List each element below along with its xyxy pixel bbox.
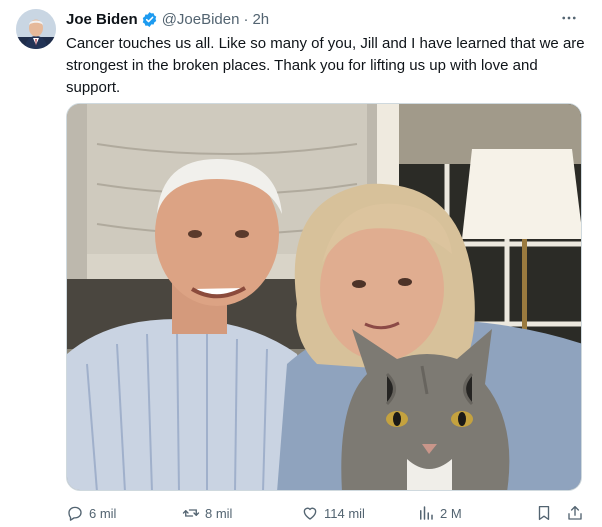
photo-image (67, 104, 581, 490)
author-name[interactable]: Joe Biden (66, 11, 138, 28)
like-count: 114 mil (324, 505, 365, 521)
post-timestamp[interactable]: 2h (252, 11, 269, 28)
header-separator: · (243, 10, 249, 28)
repost-count: 8 mil (205, 505, 233, 521)
post-actions: 6 mil 8 mil 114 mil 2 M (66, 502, 586, 524)
views-count: 2 M (440, 505, 462, 521)
author-handle[interactable]: @JoeBiden (162, 11, 240, 28)
reply-count: 6 mil (89, 505, 117, 521)
post-header: Joe Biden @JoeBiden · 2h (66, 9, 269, 29)
share-button[interactable] (566, 502, 584, 524)
post-text: Cancer touches us all. Like so many of y… (66, 35, 585, 96)
more-options-icon[interactable] (556, 6, 582, 30)
post-photo[interactable] (66, 103, 582, 491)
views-button[interactable]: 2 M (417, 502, 462, 524)
repost-icon (182, 509, 200, 517)
reply-icon (68, 506, 82, 521)
views-chart-icon (420, 506, 433, 520)
bookmark-icon (538, 505, 550, 521)
reply-button[interactable]: 6 mil (66, 502, 116, 524)
bookmark-button[interactable] (535, 502, 553, 524)
avatar-image (16, 9, 56, 49)
like-button[interactable]: 114 mil (301, 502, 365, 524)
share-icon (568, 505, 582, 520)
author-avatar[interactable] (16, 9, 56, 49)
repost-button[interactable]: 8 mil (182, 502, 232, 524)
heart-icon (303, 507, 317, 520)
verified-badge-icon (141, 11, 158, 28)
